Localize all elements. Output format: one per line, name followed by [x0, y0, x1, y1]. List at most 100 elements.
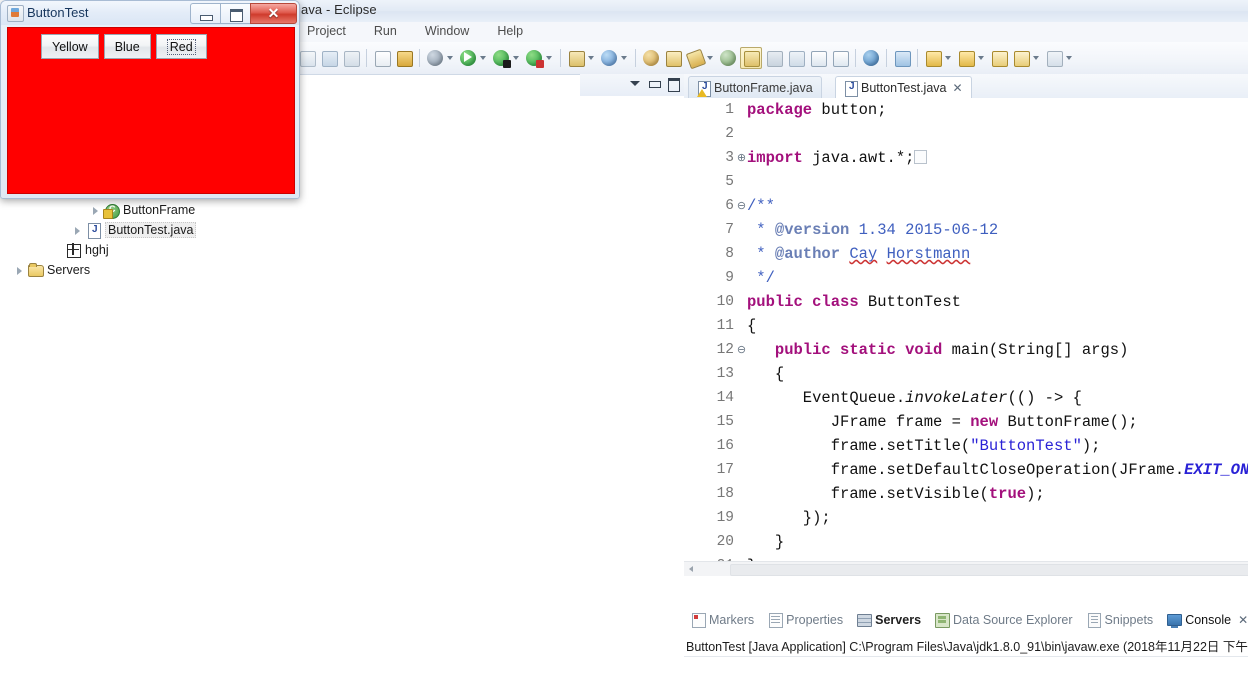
blue-button[interactable]: Blue — [103, 34, 151, 59]
open-type-icon[interactable] — [641, 48, 661, 68]
yellow-button[interactable]: Yellow — [41, 34, 99, 59]
tab-label: Markers — [709, 613, 755, 627]
coverage-icon[interactable] — [524, 48, 544, 68]
code-line: 6 ⊖/** — [698, 194, 1248, 218]
statistics-icon[interactable] — [830, 48, 850, 68]
view-menu-icon[interactable] — [629, 77, 642, 90]
tab-markers[interactable]: Markers — [684, 611, 761, 629]
menu-item-project[interactable]: Project — [304, 23, 349, 39]
tree-item-label: hghj — [85, 243, 109, 257]
expand-arrow-icon[interactable] — [72, 225, 83, 236]
expand-arrow-icon[interactable] — [90, 205, 101, 216]
code-line: 14 EventQueue.invokeLater(() -> { — [698, 386, 1248, 410]
editor-tab-close-icon[interactable]: ✕ — [952, 81, 962, 95]
red-button[interactable]: Red — [155, 34, 207, 59]
fold-marker[interactable]: ⊕ — [736, 146, 747, 170]
new-java-project-dropdown-icon[interactable] — [587, 48, 596, 68]
code-text: * @version 1.34 2015-06-12 — [747, 221, 999, 239]
javadoc-dropdown-icon[interactable] — [706, 48, 715, 68]
menu-item-help[interactable]: Help — [494, 23, 526, 39]
console-tab-close-icon[interactable]: ✕ — [1238, 613, 1248, 627]
tree-item-hghj[interactable]: hghj — [66, 240, 109, 260]
package-explorer-body — [580, 96, 685, 687]
tab-data-source-explorer[interactable]: Data Source Explorer — [928, 611, 1080, 629]
editor-tab-label: ButtonTest.java — [861, 81, 947, 95]
line-number: 3 — [725, 150, 734, 166]
external-tools-icon[interactable] — [861, 48, 881, 68]
forward-icon[interactable] — [1011, 48, 1031, 68]
expand-arrow-icon[interactable] — [14, 265, 25, 276]
tab-properties[interactable]: Properties — [761, 611, 850, 629]
quick-access-icon[interactable] — [372, 48, 392, 68]
tab-label: Console — [1185, 613, 1232, 627]
code-area[interactable]: 1 package button; 2 3 ⊕ import java.awt.*; … — [684, 98, 1248, 576]
tab-console[interactable]: Console ✕ — [1160, 611, 1248, 629]
tree-item-buttonframe[interactable]: ButtonFrame — [90, 200, 195, 220]
run-as-icon[interactable] — [491, 48, 511, 68]
tree-item-buttontest-java[interactable]: ButtonTest.java — [72, 220, 197, 240]
save-icon[interactable] — [319, 48, 339, 68]
perspective-dropdown-icon[interactable] — [1065, 48, 1074, 68]
code-line: 10 public class ButtonTest — [698, 290, 1248, 314]
toggle-mark-occurrences-icon[interactable] — [740, 47, 762, 69]
run-dropdown-icon[interactable] — [479, 48, 488, 68]
code-line: 8 * @author Cay Horstmann — [698, 242, 1248, 266]
open-file-icon[interactable] — [808, 48, 828, 68]
back-icon[interactable] — [989, 48, 1009, 68]
minimize-icon[interactable] — [648, 77, 661, 90]
editor-horizontal-scrollbar[interactable] — [684, 561, 1248, 576]
javadoc-icon[interactable] — [685, 48, 707, 70]
new-java-project-icon[interactable] — [566, 48, 586, 68]
eclipse-window-title: java - Eclipse — [298, 2, 377, 17]
tree-item-servers[interactable]: Servers — [14, 260, 90, 280]
collapsed-imports-placeholder[interactable] — [914, 150, 928, 164]
close-button[interactable]: ✕ — [250, 3, 297, 24]
code-line: 9 */ — [698, 266, 1248, 290]
previous-annotation-dropdown-icon[interactable] — [944, 48, 953, 68]
perspective-icon[interactable] — [1044, 48, 1064, 68]
open-task-icon[interactable] — [663, 48, 683, 68]
editor-tab-buttonframe[interactable]: ButtonFrame.java — [688, 76, 822, 99]
build-icon[interactable] — [394, 48, 414, 68]
link-icon[interactable] — [764, 48, 784, 68]
debug-icon[interactable] — [425, 48, 445, 68]
previous-annotation-icon[interactable] — [923, 48, 943, 68]
menu-item-run[interactable]: Run — [371, 23, 400, 39]
print-icon[interactable] — [341, 48, 361, 68]
open-declaration-icon[interactable] — [786, 48, 806, 68]
run-as-dropdown-icon[interactable] — [512, 48, 521, 68]
maximize-button[interactable] — [220, 3, 250, 24]
fold-marker[interactable]: ⊖ — [736, 194, 747, 218]
forward-dropdown-icon[interactable] — [1032, 48, 1041, 68]
menu-item-window[interactable]: Window — [422, 23, 472, 39]
close-icon: ✕ — [267, 5, 280, 21]
swing-application-window[interactable]: ButtonTest ✕ Yellow Blue Red — [0, 0, 300, 199]
run-icon[interactable] — [458, 48, 478, 68]
java-file-icon — [844, 81, 858, 97]
new-package-dropdown-icon[interactable] — [620, 48, 629, 68]
tab-snippets[interactable]: Snippets — [1080, 611, 1161, 629]
new-wizard-icon[interactable] — [297, 48, 317, 68]
code-text: import java.awt.*; — [747, 146, 928, 170]
swing-color-panel[interactable]: Yellow Blue Red — [7, 27, 295, 194]
editor-tab-buttontest[interactable]: ButtonTest.java ✕ — [835, 76, 972, 100]
tab-label: Data Source Explorer — [953, 613, 1073, 627]
scroll-left-icon[interactable] — [686, 564, 696, 574]
scrollbar-thumb[interactable] — [730, 564, 1248, 576]
next-annotation-icon[interactable] — [892, 48, 912, 68]
last-edit-icon[interactable] — [956, 48, 976, 68]
debug-dropdown-icon[interactable] — [446, 48, 455, 68]
eclipse-toolbar — [290, 42, 1248, 75]
code-line: 18 frame.setVisible(true); — [698, 482, 1248, 506]
minimize-button[interactable] — [190, 3, 220, 24]
tab-label: Snippets — [1104, 613, 1154, 627]
coverage-dropdown-icon[interactable] — [545, 48, 554, 68]
tab-servers[interactable]: Servers — [850, 611, 928, 629]
line-number: 6 — [725, 198, 734, 214]
fold-marker[interactable]: ⊖ — [736, 338, 747, 362]
last-edit-dropdown-icon[interactable] — [977, 48, 986, 68]
line-number: 12 — [716, 342, 734, 358]
new-package-icon[interactable] — [599, 48, 619, 68]
search-icon[interactable] — [718, 48, 738, 68]
maximize-icon[interactable] — [667, 77, 680, 92]
